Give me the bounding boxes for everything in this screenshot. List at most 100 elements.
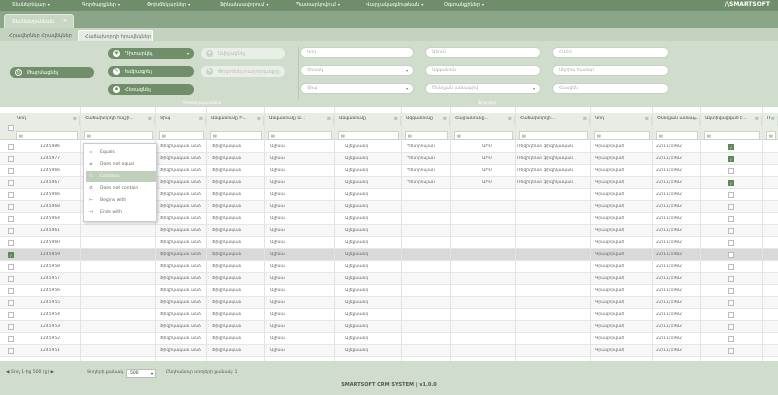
menu-item-2[interactable]: Գործարքներ ▾: [82, 2, 120, 8]
column-filter-input[interactable]: ▤: [519, 131, 588, 140]
column-header[interactable]: Հաճախորդի... ≡: [517, 116, 590, 126]
table-row[interactable]: 1245960 Ֆիզիկական անձ Ֆիզիկական Ալինա Ալեքսա…: [0, 237, 778, 249]
column-header[interactable]: Հայրանունը... ≡: [452, 116, 515, 126]
column-header[interactable]: Տիպ ≡: [157, 116, 206, 126]
filter-type-icon[interactable]: ▤: [19, 133, 23, 138]
row-checkbox[interactable]: [8, 312, 14, 318]
menu-item-5[interactable]: Պատարկովում ▾: [296, 2, 340, 8]
table-row[interactable]: ✓ 1245959 Ֆիզիկական անձ Ֆիզիկական Ալինա Ալեքս…: [0, 249, 778, 261]
active-checkbox[interactable]: ✓: [728, 180, 734, 186]
filter-icon[interactable]: ≡: [443, 116, 447, 122]
chevron-right-icon[interactable]: ▶: [49, 370, 54, 375]
tab-main[interactable]: Տեսննեղունեան ×: [4, 14, 74, 28]
column-header[interactable]: Ակտիվացված է... ≡: [702, 116, 762, 126]
row-checkbox[interactable]: [8, 180, 14, 186]
active-checkbox[interactable]: [728, 168, 734, 174]
filter-type-icon[interactable]: ▤: [162, 133, 166, 138]
first-name-field[interactable]: Անուն: [425, 47, 541, 58]
active-checkbox[interactable]: ✓: [728, 156, 734, 162]
row-checkbox[interactable]: [8, 144, 14, 150]
column-filter-input[interactable]: ▤: [338, 131, 399, 140]
filter-type-icon[interactable]: ▤: [213, 133, 217, 138]
active-checkbox[interactable]: [728, 252, 734, 258]
active-checkbox[interactable]: [728, 192, 734, 198]
filter-icon[interactable]: ≡: [327, 116, 331, 122]
row-checkbox[interactable]: [8, 288, 14, 294]
filter-type-icon[interactable]: ▤: [769, 133, 773, 138]
row-checkbox[interactable]: [8, 300, 14, 306]
column-header[interactable]: Կոդ ≡: [592, 116, 652, 126]
filter-option[interactable]: = Equals: [86, 147, 156, 158]
column-filter-input[interactable]: ▤: [704, 131, 760, 140]
filter-type-icon[interactable]: ▤: [87, 133, 91, 138]
row-checkbox[interactable]: [8, 264, 14, 270]
active-checkbox[interactable]: [728, 336, 734, 342]
last-name-field[interactable]: Ազգանուն: [425, 65, 541, 76]
menu-item-6[interactable]: Վարչակազմութեան ▾: [366, 2, 423, 8]
active-checkbox[interactable]: ✓: [728, 144, 734, 150]
row-checkbox[interactable]: [8, 324, 14, 330]
table-row[interactable]: 1245958 Ֆիզիկական անձ Ֆիզիկական Ալինա Ալեքսա…: [0, 261, 778, 273]
filter-type-icon[interactable]: ▤: [659, 133, 663, 138]
column-filter-input[interactable]: ▤: [268, 131, 332, 140]
table-row[interactable]: 1245961 Ֆիզիկական անձ Ֆիզիկական Ալինա Ալեքսա…: [0, 225, 778, 237]
menu-item-7[interactable]: Օգտանքիներ ▾: [444, 2, 484, 8]
active-checkbox[interactable]: [728, 264, 734, 270]
active-checkbox[interactable]: [728, 216, 734, 222]
subtab-invitations[interactable]: Հրավերներ Հրավեկներ: [3, 30, 76, 41]
column-header[interactable]: Անվանումը ≡: [336, 116, 401, 126]
filter-icon[interactable]: ≡: [693, 116, 697, 122]
column-header[interactable]: Կոդ ≡: [14, 116, 80, 126]
filter-type-icon[interactable]: ▤: [707, 133, 711, 138]
change-message-button[interactable]: ✎ Փոփոխել հաղորդագրը: [201, 66, 285, 77]
view-button[interactable]: ◉ Դիտարկել ▾: [108, 48, 194, 59]
active-checkbox[interactable]: [728, 324, 734, 330]
row-checkbox[interactable]: [8, 204, 14, 210]
column-filter-input[interactable]: ▤: [405, 131, 448, 140]
row-checkbox[interactable]: [8, 156, 14, 162]
tin-field[interactable]: ՀՎՀՀ: [552, 47, 669, 58]
filter-icon[interactable]: ≡: [199, 116, 203, 122]
filter-type-icon[interactable]: ▤: [408, 133, 412, 138]
close-icon[interactable]: ×: [63, 18, 67, 24]
filter-icon[interactable]: ≡: [583, 116, 587, 122]
row-checkbox[interactable]: ✓: [8, 252, 14, 258]
filter-type-icon[interactable]: ▤: [341, 133, 345, 138]
filter-type-icon[interactable]: ▤: [597, 133, 601, 138]
refresh-button[interactable]: ↻ Թարմացնել: [10, 67, 94, 78]
edit-button[interactable]: ✎ Խմբագրել: [108, 66, 194, 77]
filter-option[interactable]: ⊣ Ends with: [86, 207, 156, 218]
filter-option[interactable]: ≠ Does not equal: [86, 159, 156, 170]
filter-type-icon[interactable]: ▤: [457, 133, 461, 138]
active-checkbox[interactable]: [728, 228, 734, 234]
column-header[interactable]: Անվանումը Ա... ≡: [266, 116, 334, 126]
filter-icon[interactable]: ≡: [73, 116, 77, 122]
table-row[interactable]: 1245953 Ֆիզիկական անձ Ֆիզիկական Ալինա Ալեքսա…: [0, 321, 778, 333]
menu-item-3[interactable]: Փոխճեկարներ ▾: [147, 2, 190, 8]
filter-option[interactable]: ⊢ Begins with: [86, 195, 156, 206]
active-checkbox[interactable]: [728, 300, 734, 306]
address-field[interactable]: Հասցեն: [552, 83, 669, 94]
column-filter-input[interactable]: ▤: [656, 131, 698, 140]
row-checkbox[interactable]: [8, 228, 14, 234]
row-checkbox[interactable]: [8, 348, 14, 354]
column-filter-input[interactable]: ▤: [766, 131, 776, 140]
table-row[interactable]: 1245956 Ֆիզիկական անձ Ֆիզիկական Ալինա Ալեքսա…: [0, 285, 778, 297]
filter-type-icon[interactable]: ▤: [271, 133, 275, 138]
column-header[interactable]: Ռ ≡: [764, 116, 778, 126]
column-filter-input[interactable]: ▤: [594, 131, 650, 140]
active-checkbox[interactable]: [728, 348, 734, 354]
filter-icon[interactable]: ≡: [755, 116, 759, 122]
type-filter-select[interactable]: Տեսակ ▾: [300, 65, 414, 76]
filter-option[interactable]: ⊂ Contains: [86, 171, 156, 182]
active-checkbox[interactable]: [728, 204, 734, 210]
passport-field[interactable]: Սերիա համար: [552, 65, 669, 76]
birth-date-field[interactable]: Ծննդյան ամսաթիվ ▾: [425, 83, 541, 94]
column-filter-input[interactable]: ▤: [454, 131, 513, 140]
table-row[interactable]: 1245957 Ֆիզիկական անձ Ֆիզիկական Ալինա Ալեքսա…: [0, 273, 778, 285]
row-checkbox[interactable]: [8, 336, 14, 342]
row-checkbox[interactable]: [8, 192, 14, 198]
filter-icon[interactable]: ≡: [148, 116, 152, 122]
table-row[interactable]: 1245955 Ֆիզիկական անձ Ֆիզիկական Ալինա Ալեքսա…: [0, 297, 778, 309]
row-checkbox[interactable]: [8, 168, 14, 174]
